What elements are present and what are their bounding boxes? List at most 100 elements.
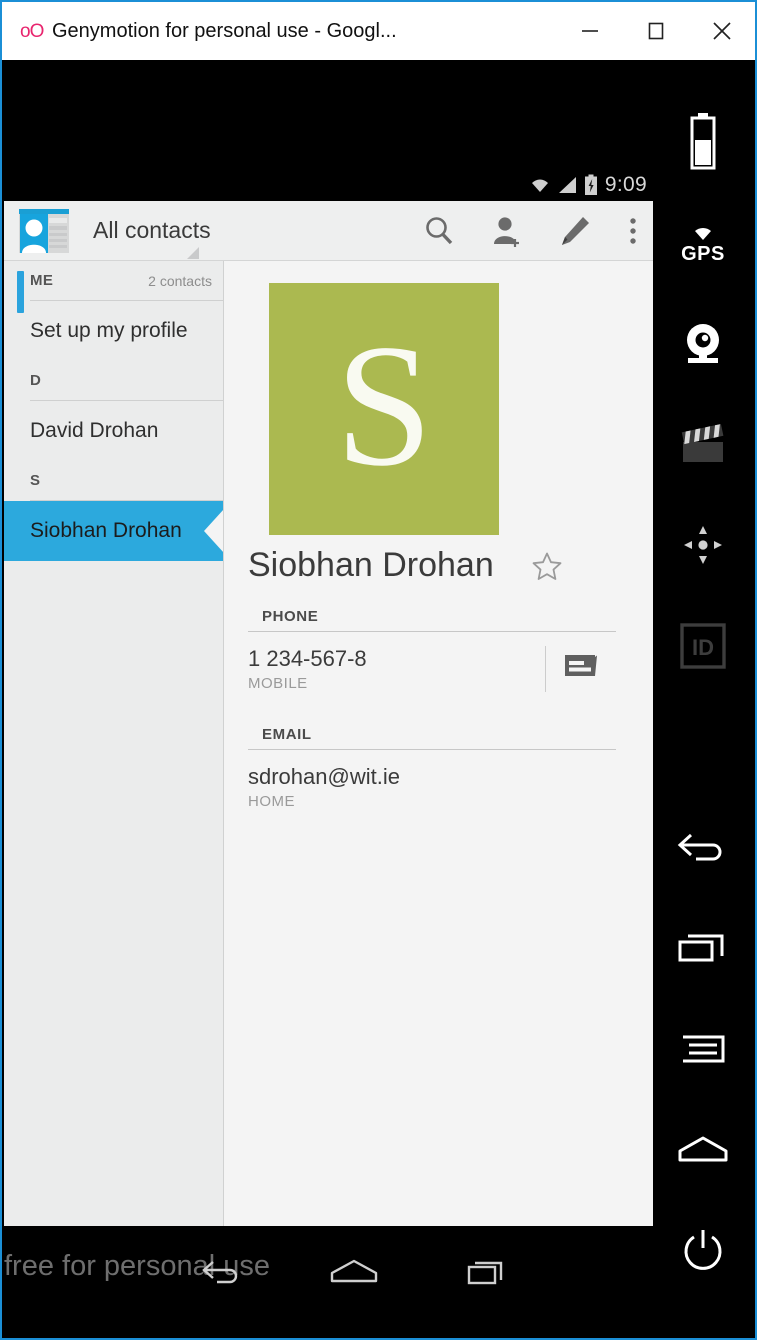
add-contact-button[interactable] (473, 201, 541, 261)
phone-number: 1 234-567-8 (248, 646, 367, 671)
identifiers-icon: ID (680, 622, 726, 669)
sms-message-icon (565, 655, 597, 676)
window-title: Genymotion for personal use - Googl... (52, 19, 397, 42)
spinner-caret-icon (187, 246, 199, 259)
identifiers-button[interactable]: ID (653, 595, 753, 696)
back-arrow-icon (677, 833, 722, 860)
list-header-d: D (30, 361, 224, 401)
toolbar-home-button[interactable] (653, 1099, 753, 1200)
star-outline-icon (532, 552, 562, 580)
email-address: sdrohan@wit.ie (248, 764, 400, 789)
maximize-button[interactable] (623, 2, 689, 60)
toolbar-back-button[interactable] (653, 796, 753, 897)
home-icon (330, 1259, 378, 1283)
minimize-button[interactable] (557, 2, 623, 60)
person-add-icon (494, 216, 519, 247)
android-status-bar: 9:09 (4, 60, 657, 201)
battery-widget-button[interactable] (653, 90, 753, 191)
contact-name: Siobhan Drohan (248, 546, 494, 584)
edit-contact-button[interactable] (541, 201, 609, 261)
contacts-list-pane[interactable]: ME 2 contacts Set up my profile D David … (4, 261, 224, 1226)
selection-pointer-icon (204, 509, 224, 553)
battery-charging-icon (584, 174, 597, 195)
status-clock: 9:09 (604, 173, 647, 196)
screen-record-button[interactable] (653, 393, 753, 494)
phone-entry-texts: 1 234-567-8 MOBILE (248, 646, 537, 692)
close-button[interactable] (689, 2, 755, 60)
genymotion-logo-icon: oO (20, 20, 44, 42)
list-item-siobhan-drohan[interactable]: Siobhan Drohan (4, 501, 224, 561)
home-icon (678, 1136, 728, 1161)
avatar-letter: S (335, 307, 433, 502)
android-nav-bar: free for personal use (4, 1226, 657, 1338)
send-message-button[interactable] (545, 646, 616, 693)
gps-label: GPS (681, 242, 725, 265)
favorite-star-button[interactable] (530, 549, 564, 583)
pencil-icon (562, 216, 589, 245)
gps-widget-button[interactable]: GPS (653, 191, 753, 292)
nav-back-button[interactable] (154, 1255, 287, 1289)
search-icon (426, 216, 453, 244)
contact-avatar[interactable]: S (269, 283, 499, 535)
recents-icon (468, 1261, 503, 1285)
contact-detail-pane: S Siobhan Drohan PHONE 1 234-567-8 MOBIL… (224, 261, 657, 1226)
search-button[interactable] (405, 201, 473, 261)
status-icons: 9:09 (528, 173, 647, 197)
list-item-label: David Drohan (30, 419, 159, 442)
contacts-filter-spinner[interactable]: All contacts (93, 201, 405, 261)
menu-icon (683, 1035, 725, 1062)
email-entry-texts: sdrohan@wit.ie HOME (248, 764, 616, 810)
list-header-label: D (30, 372, 42, 389)
accelerometer-button[interactable] (653, 494, 753, 595)
list-header-label: ME (30, 272, 54, 289)
list-item-david-drohan[interactable]: David Drohan (30, 401, 224, 461)
back-arrow-icon (201, 1261, 237, 1284)
nav-buttons (154, 1242, 554, 1302)
window-controls (557, 2, 755, 60)
contacts-count: 2 contacts (148, 272, 212, 289)
camera-icon (687, 323, 719, 363)
spinner-label: All contacts (93, 217, 211, 243)
section-phone: PHONE 1 234-567-8 MOBILE (248, 608, 616, 696)
action-bar-actions (405, 201, 657, 261)
accelerometer-icon (684, 525, 722, 564)
list-header-s: S (30, 461, 224, 501)
toolbar-more-button[interactable] (653, 1301, 753, 1338)
list-item-set-up-profile[interactable]: Set up my profile (30, 301, 224, 361)
phone-type: MOBILE (248, 675, 308, 693)
action-bar: All contacts (4, 201, 657, 261)
list-header-me: ME 2 contacts (30, 261, 224, 301)
list-scrollbar[interactable] (17, 271, 24, 313)
window-title-bar: oO Genymotion for personal use - Googl..… (2, 2, 755, 60)
email-entry[interactable]: sdrohan@wit.ie HOME (248, 750, 616, 814)
cellular-signal-icon (558, 177, 576, 193)
clapperboard-icon (681, 423, 724, 462)
list-item-label: Set up my profile (30, 319, 188, 342)
section-title: EMAIL (248, 726, 616, 750)
recents-icon (678, 934, 724, 961)
toolbar-recents-button[interactable] (653, 897, 753, 998)
nav-recents-button[interactable] (421, 1255, 554, 1289)
email-type: HOME (248, 793, 295, 811)
section-email: EMAIL sdrohan@wit.ie HOME (248, 726, 616, 814)
contact-name-row: Siobhan Drohan (248, 546, 638, 585)
list-header-label: S (30, 472, 41, 489)
section-title: PHONE (248, 608, 616, 632)
overflow-menu-icon (630, 217, 636, 244)
contacts-app-icon (19, 208, 69, 254)
device-screen: 9:09 All contacts ME 2 contacts Set up m… (4, 60, 657, 1338)
genymotion-toolbar: GPS ID (653, 60, 753, 1338)
wifi-icon (531, 179, 548, 192)
camera-widget-button[interactable] (653, 292, 753, 393)
toolbar-menu-button[interactable] (653, 998, 753, 1099)
toolbar-power-button[interactable] (653, 1200, 753, 1301)
nav-home-button[interactable] (287, 1255, 420, 1289)
phone-entry[interactable]: 1 234-567-8 MOBILE (248, 632, 616, 696)
svg-text:ID: ID (692, 635, 714, 660)
overflow-menu-button[interactable] (609, 201, 657, 261)
contacts-list: ME 2 contacts Set up my profile D David … (4, 261, 224, 1226)
genymotion-window: oO Genymotion for personal use - Googl..… (0, 0, 757, 1340)
battery-icon (690, 112, 716, 169)
gps-icon (695, 227, 711, 240)
list-item-label: Siobhan Drohan (30, 519, 182, 542)
